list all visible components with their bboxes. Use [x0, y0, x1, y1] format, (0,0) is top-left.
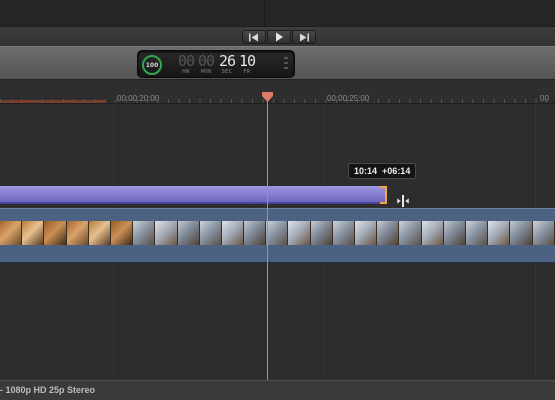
- skip-back-icon: [249, 33, 258, 41]
- filmstrip-frame: [377, 221, 400, 245]
- skip-forward-icon: [300, 33, 309, 41]
- filmstrip-frame: [44, 221, 67, 245]
- previous-edit-button[interactable]: [242, 30, 266, 44]
- audio-clip[interactable]: [0, 186, 386, 204]
- filmstrip-frame: [288, 221, 311, 245]
- video-clip[interactable]: [0, 208, 555, 263]
- viewer-divider: [264, 0, 265, 26]
- dashboard-grip-icon: [284, 57, 288, 73]
- filmstrip-frame: [221, 221, 245, 245]
- viewer-area: [0, 0, 555, 26]
- filmstrip-frame: [0, 221, 23, 245]
- playhead[interactable]: [267, 98, 268, 380]
- filmstrip-frame: [443, 221, 466, 245]
- trim-cursor-icon: [396, 195, 410, 207]
- timeline-ruler[interactable]: 00:00:20:00 00:00:25:00 00: [0, 80, 555, 104]
- filmstrip-frame: [244, 221, 267, 245]
- filmstrip-frame: [133, 221, 156, 245]
- toolbar: 100 00 HR 00 MIN 26 SEC 10 FR: [0, 46, 555, 80]
- timecode-seconds: 26 SEC: [219, 52, 236, 75]
- tooltip-duration: 10:14: [354, 166, 378, 176]
- timecode-minutes-value: 00: [198, 52, 215, 70]
- filmstrip-frame: [88, 221, 111, 245]
- timecode-frames-value: 10: [239, 52, 256, 70]
- trim-info-tooltip: 10:14 +06:14: [348, 163, 417, 179]
- meter-value: 100: [145, 61, 159, 69]
- filmstrip-frame: [421, 221, 444, 245]
- filmstrip-frame: [399, 221, 422, 245]
- filmstrip-frame: [22, 221, 45, 245]
- project-format-info: - 1080p HD 25p Stereo: [0, 385, 96, 395]
- audio-clip-trim-handle[interactable]: [380, 186, 387, 204]
- filmstrip-frame: [488, 221, 511, 245]
- background-tasks-meter[interactable]: 100: [142, 55, 162, 75]
- filmstrip-frame: [110, 221, 134, 245]
- filmstrip-frame: [510, 221, 533, 245]
- filmstrip-frame: [465, 221, 489, 245]
- dashboard-timecode-display[interactable]: 100 00 HR 00 MIN 26 SEC 10 FR: [137, 50, 295, 78]
- timecode-seconds-value: 26: [219, 52, 236, 70]
- video-filmstrip: [0, 221, 555, 245]
- ruler-ticks: [0, 99, 555, 103]
- filmstrip-frame: [266, 221, 289, 245]
- tooltip-delta: +06:14: [382, 166, 411, 176]
- filmstrip-frame: [199, 221, 222, 245]
- transport-bar: [0, 26, 555, 46]
- timecode-frames: 10 FR: [239, 52, 256, 75]
- play-button[interactable]: [267, 30, 291, 44]
- filmstrip-frame: [66, 221, 89, 245]
- filmstrip-frame: [332, 221, 355, 245]
- timecode-minutes: 00 MIN: [198, 52, 215, 75]
- filmstrip-frame: [532, 221, 555, 245]
- filmstrip-frame: [355, 221, 378, 245]
- timecode-hours-value: 00: [178, 52, 195, 70]
- next-edit-button[interactable]: [292, 30, 316, 44]
- filmstrip-frame: [177, 221, 200, 245]
- play-icon: [276, 32, 283, 42]
- filmstrip-frame: [310, 221, 333, 245]
- filmstrip-frame: [155, 221, 178, 245]
- status-bar: - 1080p HD 25p Stereo: [0, 380, 555, 400]
- timecode-hours: 00 HR: [178, 52, 195, 75]
